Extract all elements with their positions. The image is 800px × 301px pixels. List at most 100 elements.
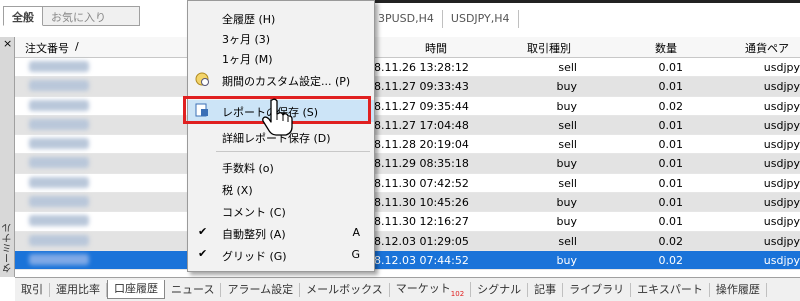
menu-shortcut: A — [352, 226, 360, 239]
cell-qty: 0.02 — [658, 99, 684, 113]
order-number-blurred — [29, 234, 89, 246]
tab-label: 口座履歴 — [114, 282, 158, 295]
check-icon: ✔ — [198, 225, 208, 238]
tab-3[interactable]: ニュース — [165, 282, 222, 297]
table-row[interactable]: 8.11.26 13:28:12 sell 0.01 usdjpy — [15, 58, 800, 78]
order-number-blurred — [29, 196, 89, 208]
tab-label: アラーム設定 — [227, 282, 294, 296]
header-type[interactable]: 取引種別 — [527, 40, 571, 56]
tab-7[interactable]: シグナル — [471, 282, 529, 297]
table-row[interactable]: 8.11.28 20:19:04 sell 0.01 usdjpy — [15, 135, 800, 155]
terminal-tabs: 取引 運用比率 口座履歴 ニュース アラーム設定 メールボックス マーケット102 シグナル記… — [15, 277, 800, 301]
cell-symbol: usdjpy — [763, 176, 800, 190]
cell-symbol: usdjpy — [763, 215, 800, 229]
close-icon[interactable]: × — [3, 37, 12, 50]
tab-favorites[interactable]: お気に入り — [43, 6, 140, 26]
cell-qty: 0.01 — [658, 138, 684, 152]
tab-6[interactable]: マーケット102 — [390, 282, 472, 298]
menu-label: 税 (X) — [222, 184, 253, 197]
cell-qty: 0.01 — [658, 118, 684, 132]
menu-item-all-history[interactable]: 全履歴 (H) — [188, 7, 374, 29]
cell-type: sell — [558, 61, 577, 74]
table-row[interactable]: 8.11.29 08:35:18 buy 0.01 usdjpy — [15, 154, 800, 174]
tab-all[interactable]: 全般 — [3, 6, 43, 26]
table-row[interactable]: 8.11.27 09:33:43 buy 0.01 usdjpy — [15, 77, 800, 97]
cell-time: 8.11.27 09:35:44 — [374, 99, 469, 113]
cell-symbol: usdjpy — [763, 80, 800, 94]
chart-tab-gbpusd[interactable]: 3PUSD,H4 — [370, 10, 443, 28]
menu-item-one-month[interactable]: 1ヶ月 (M) — [188, 47, 374, 69]
menu-label: 1ヶ月 (M) — [222, 53, 273, 66]
order-number-blurred — [29, 99, 89, 111]
table-row[interactable]: 8.11.30 12:16:27 buy 0.01 usdjpy — [15, 212, 800, 232]
menu-label: グリッド (G) — [222, 250, 287, 263]
header-order[interactable]: 注文番号 — [25, 40, 69, 56]
cell-symbol: usdjpy — [763, 157, 800, 171]
table-row[interactable]: 8.11.27 09:35:44 buy 0.02 usdjpy — [15, 97, 800, 116]
chart-tabs: 3PUSD,H4 USDJPY,H4 — [370, 10, 519, 28]
history-table: 注文番号 / 時間 取引種別 数量 通貨ペア 8.11.26 13:28:12 s… — [15, 37, 800, 277]
tab-2[interactable]: 口座履歴 — [107, 280, 165, 299]
tab-0[interactable]: 取引 — [15, 282, 50, 297]
tab-11[interactable]: 操作履歴 — [710, 282, 767, 297]
menu-item-three-months[interactable]: 3ヶ月 (3) — [188, 27, 374, 49]
cell-qty: 0.01 — [658, 176, 684, 190]
navigator-tabs: 全般 お気に入り — [3, 6, 140, 26]
header-symbol[interactable]: 通貨ペア — [745, 40, 789, 56]
table-row[interactable]: 8.11.30 07:42:52 sell 0.01 usdjpy — [15, 174, 800, 194]
menu-item-comment[interactable]: コメント (C) — [188, 200, 374, 222]
table-row[interactable]: 8.12.03 01:29:05 sell 0.02 usdjpy — [15, 231, 800, 251]
menu-item-tax[interactable]: 税 (X) — [188, 178, 374, 200]
tab-label: 取引 — [21, 282, 43, 296]
tab-label: エキスパート — [637, 282, 703, 296]
tab-label: 記事 — [534, 282, 557, 296]
order-number-blurred — [29, 176, 89, 188]
order-number-blurred — [29, 253, 89, 265]
chart-tab-usdjpy[interactable]: USDJPY,H4 — [443, 10, 519, 28]
menu-item-grid[interactable]: ✔ グリッド (G) G — [188, 244, 374, 266]
tab-label: ライブラリ — [569, 282, 625, 296]
cell-qty: 0.02 — [658, 234, 684, 248]
check-icon: ✔ — [198, 247, 208, 260]
order-number-blurred — [29, 138, 89, 150]
table-row[interactable]: 8.11.27 17:04:48 sell 0.01 usdjpy — [15, 115, 800, 136]
tab-9[interactable]: ライブラリ — [563, 282, 632, 297]
menu-label: 自動整列 (A) — [222, 228, 286, 241]
tab-4[interactable]: アラーム設定 — [221, 282, 301, 297]
menu-label: 期間のカスタム設定... (P) — [222, 75, 351, 88]
calendar-icon — [195, 72, 209, 86]
cell-time: 8.11.27 17:04:48 — [374, 118, 469, 132]
cell-type: buy — [556, 196, 577, 210]
cell-time: 8.11.29 08:35:18 — [374, 157, 469, 171]
tab-5[interactable]: メールボックス — [300, 282, 390, 297]
cell-type: buy — [556, 80, 577, 94]
cell-qty: 0.01 — [658, 157, 684, 171]
menu-label: 全履歴 (H) — [222, 13, 276, 26]
tab-10[interactable]: エキスパート — [631, 282, 710, 297]
terminal-side-strip: × ターミナル — [0, 37, 15, 277]
chart-area-strip: 全般 お気に入り 3PUSD,H4 USDJPY,H4 — [0, 0, 800, 38]
tab-label: 操作履歴 — [715, 282, 760, 296]
menu-label: コメント (C) — [222, 206, 286, 219]
header-qty[interactable]: 数量 — [655, 40, 677, 56]
menu-separator — [216, 151, 370, 152]
cell-symbol: usdjpy — [763, 253, 800, 267]
menu-item-custom-period[interactable]: 期間のカスタム設定... (P) — [188, 69, 374, 91]
cell-time: 8.11.26 13:28:12 — [374, 61, 469, 74]
header-time[interactable]: 時間 — [425, 40, 447, 56]
tab-label: 運用比率 — [56, 282, 100, 296]
menu-item-commission[interactable]: 手数料 (o) — [188, 156, 374, 178]
cell-type: sell — [558, 118, 577, 132]
cell-type: buy — [556, 157, 577, 171]
cell-time: 8.11.30 12:16:27 — [374, 215, 469, 229]
table-row-selected[interactable]: 8.12.03 07:44:52 buy 0.02 usdjpy — [15, 250, 800, 271]
tab-1[interactable]: 運用比率 — [50, 282, 107, 297]
table-header: 注文番号 / 時間 取引種別 数量 通貨ペア — [15, 37, 800, 58]
menu-item-auto-arrange[interactable]: ✔ 自動整列 (A) A — [188, 222, 374, 244]
table-rows: 8.11.26 13:28:12 sell 0.01 usdjpy 8.11.27 09… — [15, 58, 800, 271]
menu-label: 手数料 (o) — [222, 162, 274, 175]
cell-type: buy — [556, 215, 577, 229]
table-row[interactable]: 8.11.30 10:45:26 buy 0.01 usdjpy — [15, 193, 800, 213]
order-number-blurred — [29, 215, 89, 227]
tab-8[interactable]: 記事 — [528, 282, 564, 297]
